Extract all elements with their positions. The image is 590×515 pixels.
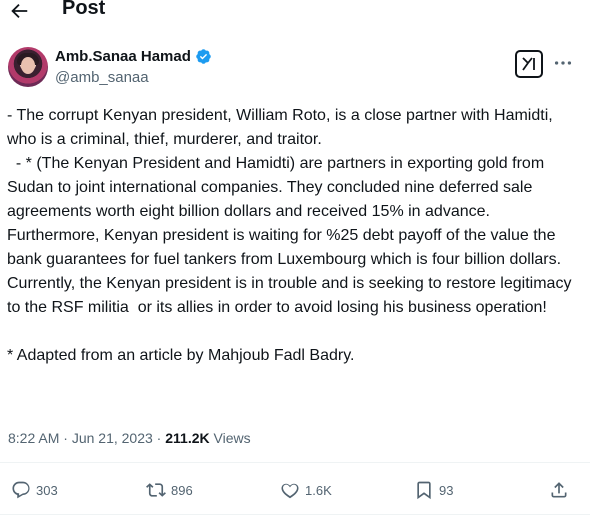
views-count: 211.2K: [165, 430, 210, 446]
like-icon: [281, 483, 299, 499]
repost-icon: [146, 483, 166, 497]
author-handle[interactable]: @amb_sanaa: [55, 69, 149, 86]
meta-separator: ·: [59, 430, 72, 446]
reply-count: 303: [36, 482, 58, 498]
author-name-row: Amb.Sanaa Hamad: [55, 48, 212, 65]
more-icon[interactable]: [552, 52, 574, 74]
avatar[interactable]: [8, 47, 48, 87]
author-display-name[interactable]: Amb.Sanaa Hamad: [55, 48, 191, 65]
tweet-meta: 8:22 AM · Jun 21, 2023 · 211.2K Views: [8, 430, 251, 446]
reply-icon: [12, 481, 30, 499]
tweet-time[interactable]: 8:22 AM: [8, 430, 59, 446]
bookmark-count: 93: [439, 482, 454, 498]
grok-icon: [522, 57, 535, 71]
back-arrow-icon[interactable]: [8, 0, 30, 22]
share-button[interactable]: [549, 479, 569, 501]
verified-badge-icon: [196, 49, 211, 64]
reply-button[interactable]: 303: [11, 479, 58, 501]
like-button[interactable]: 1.6K: [280, 479, 332, 501]
tweet-text: - The corrupt Kenyan president, William …: [7, 107, 572, 364]
grok-button[interactable]: [515, 50, 543, 78]
repost-button[interactable]: 896: [146, 479, 193, 501]
meta-separator: ·: [152, 430, 166, 446]
bookmark-button[interactable]: 93: [414, 479, 453, 501]
like-count: 1.6K: [305, 482, 332, 498]
post-header: Post: [0, 0, 590, 26]
page-title: Post: [62, 0, 106, 19]
repost-count: 896: [171, 482, 193, 498]
bookmark-icon: [417, 481, 431, 500]
divider: [0, 462, 590, 463]
views-label: Views: [213, 430, 251, 446]
share-icon: [551, 482, 567, 498]
tweet-date[interactable]: Jun 21, 2023: [72, 430, 153, 446]
